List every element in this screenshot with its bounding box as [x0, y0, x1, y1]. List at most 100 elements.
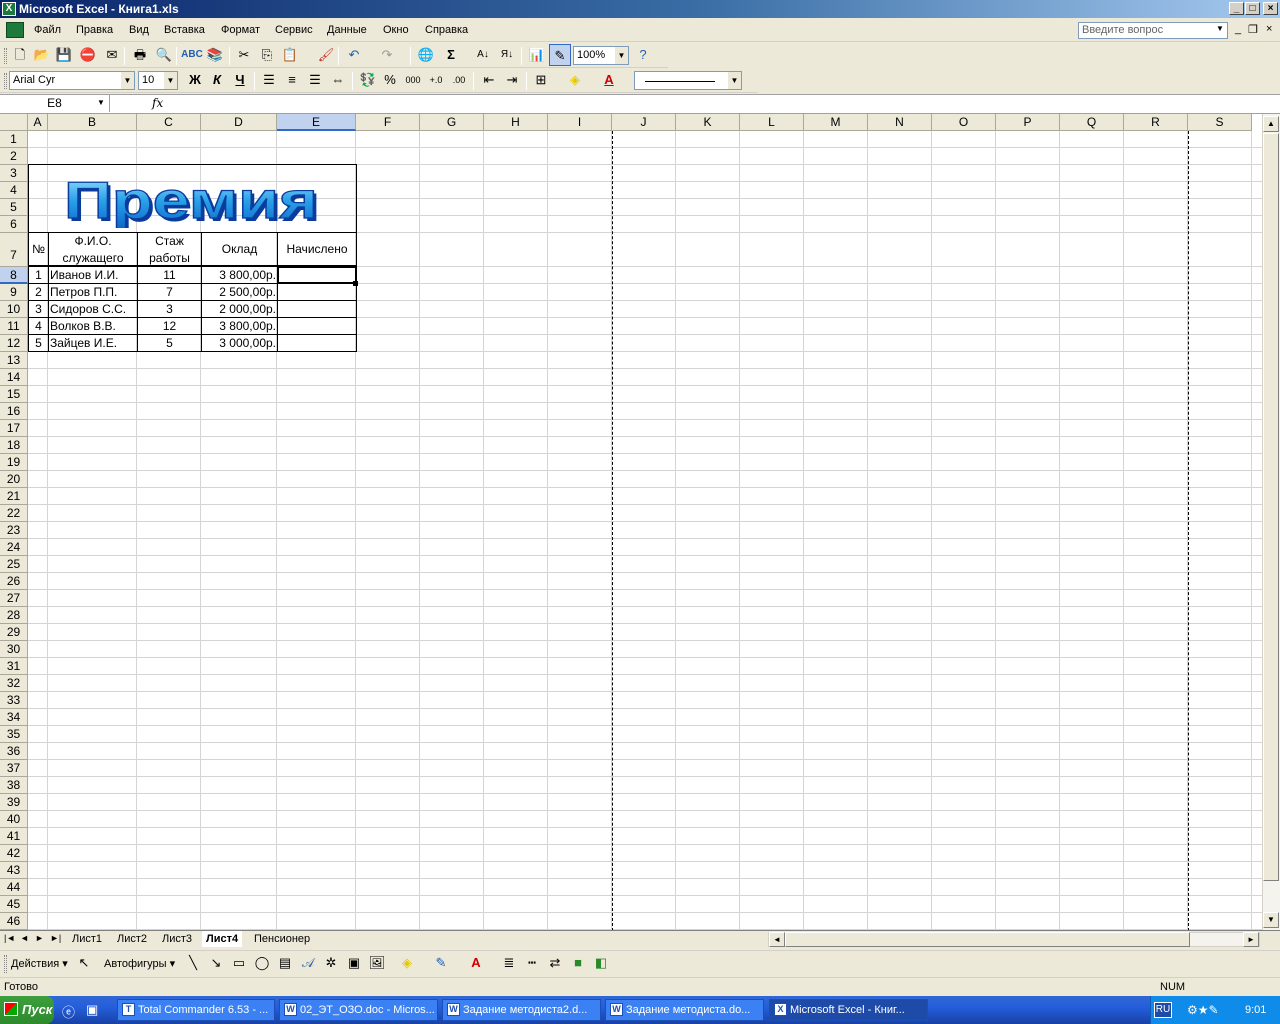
menu-view[interactable]: Вид	[129, 24, 149, 36]
decrease-indent-icon[interactable]: ⇤	[478, 69, 500, 91]
row-header-33[interactable]: 33	[0, 692, 28, 709]
column-header-I[interactable]: I	[548, 114, 612, 131]
table-cell-exp[interactable]: 7	[139, 284, 200, 300]
row-header-6[interactable]: 6	[0, 216, 28, 233]
3d-icon[interactable]: ◧	[590, 952, 612, 974]
fill-color-icon[interactable]: ◈	[564, 69, 586, 91]
task-total-commander[interactable]: T Total Commander 6.53 - ...	[117, 999, 275, 1021]
task-excel[interactable]: X Microsoft Excel - Книг...	[769, 999, 928, 1021]
cut-icon[interactable]: ✂	[233, 44, 255, 66]
last-sheet-icon[interactable]: ►|	[50, 933, 61, 943]
minimize-button[interactable]: _	[1229, 2, 1244, 15]
row-header-7[interactable]: 7	[0, 233, 28, 267]
research-icon[interactable]: 📚	[204, 44, 226, 66]
row-header-2[interactable]: 2	[0, 148, 28, 165]
ie-quicklaunch-icon[interactable]: ⓔ	[62, 1002, 75, 1021]
align-right-icon[interactable]: ☰	[304, 69, 326, 91]
row-header-31[interactable]: 31	[0, 658, 28, 675]
column-header-Q[interactable]: Q	[1060, 114, 1124, 131]
row-header-25[interactable]: 25	[0, 556, 28, 573]
row-header-13[interactable]: 13	[0, 352, 28, 369]
draw-font-color-icon[interactable]: A	[465, 952, 487, 974]
draw-fill-color-icon[interactable]: ◈	[396, 952, 418, 974]
row-header-42[interactable]: 42	[0, 845, 28, 862]
row-header-10[interactable]: 10	[0, 301, 28, 318]
row-header-5[interactable]: 5	[0, 199, 28, 216]
horizontal-scrollbar[interactable]: ◄ ►	[768, 932, 1260, 947]
sort-descending-icon[interactable]: Я↓	[496, 44, 518, 66]
arrow-style-icon[interactable]: ⇄	[544, 952, 566, 974]
row-header-38[interactable]: 38	[0, 777, 28, 794]
align-center-icon[interactable]: ≡	[281, 69, 303, 91]
row-header-22[interactable]: 22	[0, 505, 28, 522]
row-header-28[interactable]: 28	[0, 607, 28, 624]
row-header-45[interactable]: 45	[0, 896, 28, 913]
row-header-37[interactable]: 37	[0, 760, 28, 777]
worksheet-grid[interactable]: ABCDEFGHIJKLMNOPQRS 1 2 3 4 5 6 7 8 9 10 11 12 13 14 1…	[0, 114, 1262, 930]
row-header-44[interactable]: 44	[0, 879, 28, 896]
table-cell-n[interactable]: 2	[30, 284, 47, 300]
sheet-tab-pensioner[interactable]: Пенсионер	[250, 931, 314, 947]
doc-restore-icon[interactable]: ❐	[1248, 23, 1258, 36]
scroll-right-icon[interactable]: ►	[1243, 932, 1259, 947]
increase-indent-icon[interactable]: ⇥	[501, 69, 523, 91]
sort-ascending-icon[interactable]: A↓	[472, 44, 494, 66]
column-header-C[interactable]: C	[137, 114, 201, 131]
table-cell-salary[interactable]: 3 800,00р.	[203, 267, 276, 283]
table-cell-exp[interactable]: 3	[139, 301, 200, 317]
table-cell-name[interactable]: Петров П.П.	[50, 284, 136, 300]
menu-file[interactable]: Файл	[34, 24, 61, 36]
help-dropdown-icon[interactable]: ▼	[1216, 24, 1224, 33]
font-size-select[interactable]: 10 ▼	[138, 71, 178, 90]
underline-button[interactable]: Ч	[229, 69, 251, 91]
picture-tool-icon[interactable]: 🖼	[366, 952, 388, 974]
table-cell-salary[interactable]: 2 500,00р.	[203, 284, 276, 300]
sheet-tab-1[interactable]: Лист1	[68, 931, 106, 947]
column-header-L[interactable]: L	[740, 114, 804, 131]
menu-data[interactable]: Данные	[327, 24, 367, 36]
table-cell-exp[interactable]: 5	[139, 335, 200, 351]
name-box-dropdown-icon[interactable]: ▼	[97, 98, 105, 107]
rectangle-tool-icon[interactable]: ▭	[228, 952, 250, 974]
row-header-18[interactable]: 18	[0, 437, 28, 454]
active-cell-cursor[interactable]	[277, 266, 357, 284]
scroll-down-icon[interactable]: ▼	[1263, 912, 1279, 928]
scroll-left-icon[interactable]: ◄	[769, 932, 785, 947]
select-objects-icon[interactable]: ↖	[73, 952, 95, 974]
line-tool-icon[interactable]: ╲	[182, 952, 204, 974]
column-header-G[interactable]: G	[420, 114, 484, 131]
copy-icon[interactable]: ⎘	[256, 44, 278, 66]
excel-app-icon[interactable]: X	[2, 2, 16, 16]
print-preview-icon[interactable]: 🔍	[153, 44, 175, 66]
draw-actions-menu[interactable]: Действия ▾	[11, 957, 68, 970]
drawing-toggle-icon[interactable]: ✎	[549, 44, 571, 66]
wordart-tool-icon[interactable]: 𝒜	[297, 952, 319, 974]
close-button[interactable]: ×	[1263, 2, 1278, 15]
help-search-input[interactable]: Введите вопрос	[1078, 22, 1228, 39]
autosum-icon[interactable]: Σ	[440, 44, 462, 66]
menu-insert[interactable]: Вставка	[164, 24, 205, 36]
column-header-P[interactable]: P	[996, 114, 1060, 131]
zoom-select[interactable]: 100% ▼	[573, 46, 629, 65]
task-word-doc-3[interactable]: W Задание методиста.do...	[605, 999, 764, 1021]
row-header-27[interactable]: 27	[0, 590, 28, 607]
row-header-39[interactable]: 39	[0, 794, 28, 811]
table-cell-exp[interactable]: 11	[139, 267, 200, 283]
maximize-button[interactable]: □	[1245, 2, 1260, 15]
column-header-O[interactable]: O	[932, 114, 996, 131]
row-header-23[interactable]: 23	[0, 522, 28, 539]
oval-tool-icon[interactable]: ◯	[251, 952, 273, 974]
permission-icon[interactable]: ⛔	[77, 44, 99, 66]
desktop-quicklaunch-icon[interactable]: ▣	[86, 1002, 98, 1018]
borders-icon[interactable]: ⊞	[530, 69, 552, 91]
doc-minimize-icon[interactable]: _	[1235, 23, 1241, 35]
row-header-9[interactable]: 9	[0, 284, 28, 301]
next-sheet-icon[interactable]: ►	[35, 933, 44, 943]
table-cell-n[interactable]: 5	[30, 335, 47, 351]
table-cell-name[interactable]: Зайцев И.Е.	[50, 335, 136, 351]
row-header-24[interactable]: 24	[0, 539, 28, 556]
line-style-select[interactable]: ▼	[634, 71, 742, 90]
row-header-41[interactable]: 41	[0, 828, 28, 845]
row-header-43[interactable]: 43	[0, 862, 28, 879]
row-header-11[interactable]: 11	[0, 318, 28, 335]
